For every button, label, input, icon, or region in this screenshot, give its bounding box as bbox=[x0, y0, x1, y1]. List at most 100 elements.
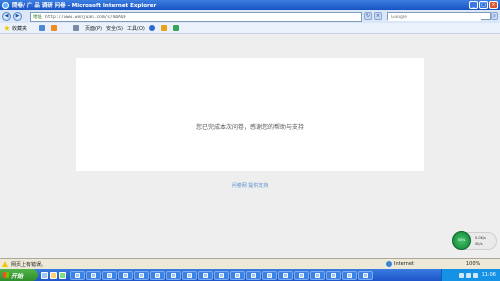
favorites-label: 收藏夹 bbox=[12, 25, 28, 32]
favorites-button[interactable]: 收藏夹 bbox=[4, 25, 27, 32]
close-button[interactable]: × bbox=[489, 1, 498, 9]
refresh-button[interactable]: ↻ bbox=[364, 12, 372, 20]
app-icon bbox=[203, 272, 208, 278]
app-icon bbox=[107, 272, 112, 278]
app-icon bbox=[363, 272, 368, 278]
security-zone: Internet bbox=[386, 261, 414, 267]
task-buttons bbox=[70, 270, 373, 280]
stop-icon: × bbox=[375, 13, 381, 19]
start-button[interactable]: 开始 bbox=[0, 269, 38, 281]
task-button[interactable] bbox=[86, 270, 101, 280]
task-button[interactable] bbox=[118, 270, 133, 280]
app-icon bbox=[123, 272, 128, 278]
home-icon bbox=[39, 25, 46, 31]
download-rate: 0K/s bbox=[475, 242, 483, 246]
window-titlebar: 問卷/ 广 品 调研 问卷 - Microsoft Internet Explo… bbox=[0, 0, 500, 10]
task-button[interactable] bbox=[230, 270, 245, 280]
search-button[interactable]: ⌕ bbox=[491, 12, 498, 20]
task-button[interactable] bbox=[198, 270, 213, 280]
quick-launch-icon[interactable] bbox=[50, 271, 57, 279]
app-icon bbox=[91, 272, 96, 278]
address-input[interactable] bbox=[42, 13, 345, 21]
task-button[interactable] bbox=[102, 270, 117, 280]
stop-button[interactable]: × bbox=[374, 12, 382, 20]
completion-message: 您已完成本次问卷，感谢您的帮助与支持 bbox=[195, 124, 304, 131]
favorites-icon bbox=[4, 25, 10, 31]
address-bar: 地址 bbox=[30, 12, 362, 22]
tray-icon[interactable] bbox=[472, 272, 478, 278]
tray-icon[interactable] bbox=[465, 272, 471, 278]
tray-icon[interactable] bbox=[458, 272, 464, 278]
task-button[interactable] bbox=[262, 270, 277, 280]
task-button[interactable] bbox=[70, 270, 85, 280]
task-button[interactable] bbox=[214, 270, 229, 280]
taskbar: 开始 11:06 bbox=[0, 269, 500, 281]
task-button[interactable] bbox=[182, 270, 197, 280]
windows-flag-icon bbox=[3, 272, 9, 278]
search-input[interactable] bbox=[388, 14, 481, 21]
feeds-icon bbox=[51, 25, 58, 31]
print-icon bbox=[73, 25, 80, 31]
powered-by-link[interactable]: 问卷网 提供支持 bbox=[0, 182, 500, 189]
task-button[interactable] bbox=[278, 270, 293, 280]
app-icon bbox=[331, 272, 336, 278]
quick-launch bbox=[41, 271, 66, 279]
task-button[interactable] bbox=[134, 270, 149, 280]
app-icon bbox=[235, 272, 240, 278]
task-button[interactable] bbox=[310, 270, 325, 280]
quick-launch-icon[interactable] bbox=[59, 271, 66, 279]
safety-menu-label: 安全(S) bbox=[105, 25, 124, 32]
page-menu[interactable]: 页面(P) bbox=[85, 25, 102, 32]
completion-panel: 您已完成本次问卷，感谢您的帮助与支持 bbox=[76, 58, 424, 171]
task-button[interactable] bbox=[246, 270, 261, 280]
task-button[interactable] bbox=[150, 270, 165, 280]
research-button[interactable] bbox=[160, 25, 169, 31]
task-button[interactable] bbox=[358, 270, 373, 280]
warning-icon[interactable] bbox=[2, 261, 8, 267]
start-label: 开始 bbox=[11, 272, 24, 280]
task-button[interactable] bbox=[342, 270, 357, 280]
app-icon bbox=[299, 272, 304, 278]
task-button[interactable] bbox=[166, 270, 181, 280]
window-title: 問卷/ 广 品 调研 问卷 - Microsoft Internet Explo… bbox=[12, 3, 157, 9]
clock[interactable]: 11:06 bbox=[482, 272, 496, 278]
help-button[interactable] bbox=[148, 25, 157, 31]
app-icon bbox=[155, 272, 160, 278]
page-menu-label: 页面(P) bbox=[85, 25, 102, 32]
app-icon bbox=[75, 272, 80, 278]
research-icon bbox=[160, 25, 167, 31]
app-icon bbox=[187, 272, 192, 278]
app-icon bbox=[283, 272, 288, 278]
safety-menu[interactable]: 安全(S) bbox=[106, 25, 123, 32]
refresh-icon: ↻ bbox=[365, 13, 371, 19]
app-icon bbox=[219, 272, 224, 278]
navigation-bar: ◀ ▶ 地址 ↻ × ⌕ bbox=[0, 10, 500, 24]
app-icon bbox=[171, 272, 176, 278]
messenger-button[interactable] bbox=[172, 25, 181, 31]
app-icon bbox=[347, 272, 352, 278]
address-label: 地址 bbox=[33, 15, 42, 20]
status-bar: 网页上有错误。 Internet 100% bbox=[0, 258, 500, 269]
globe-icon bbox=[386, 261, 392, 267]
search-box bbox=[387, 12, 491, 21]
tools-menu[interactable]: 工具(O) bbox=[127, 25, 145, 32]
minimize-button[interactable]: _ bbox=[469, 1, 478, 9]
speed-rates: 0.0K/s 0K/s bbox=[475, 235, 486, 247]
forward-button[interactable]: ▶ bbox=[13, 12, 22, 21]
back-button[interactable]: ◀ bbox=[2, 12, 11, 21]
help-icon bbox=[148, 25, 155, 31]
task-button[interactable] bbox=[326, 270, 341, 280]
app-icon bbox=[267, 272, 272, 278]
network-speed-widget[interactable]: 50% 0.0K/s 0K/s bbox=[452, 231, 497, 250]
zoom-level[interactable]: 100% bbox=[466, 261, 480, 267]
command-bar: 收藏夹 页面(P) 安全(S) 工具(O) bbox=[0, 23, 500, 34]
maximize-button[interactable]: □ bbox=[479, 1, 488, 9]
messenger-icon bbox=[172, 25, 179, 31]
task-button[interactable] bbox=[294, 270, 309, 280]
tools-menu-label: 工具(O) bbox=[127, 25, 145, 32]
print-button[interactable] bbox=[73, 25, 81, 31]
home-button[interactable] bbox=[39, 25, 47, 31]
quick-launch-icon[interactable] bbox=[41, 271, 48, 279]
back-icon: ◀ bbox=[4, 13, 9, 19]
feeds-button[interactable] bbox=[51, 25, 59, 31]
